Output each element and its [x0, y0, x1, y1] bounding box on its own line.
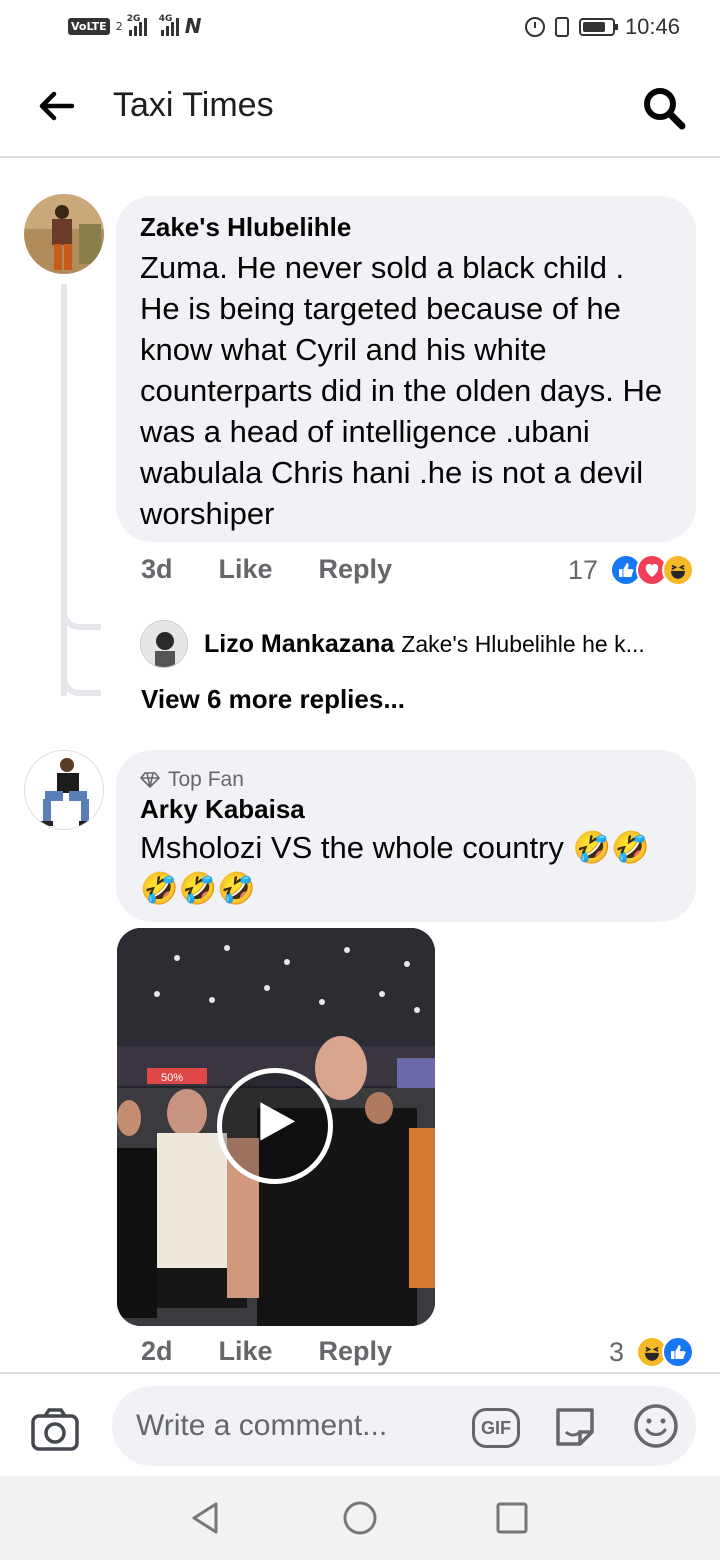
signal-4g-icon: 4G — [158, 14, 179, 36]
clock: 10:46 — [624, 14, 680, 39]
reply-preview[interactable]: Lizo Mankazana Zake's Hlubelihle he k... — [204, 630, 645, 659]
reaction-count: 17 — [567, 554, 598, 585]
video-sign-text: 50% — [161, 1072, 183, 1084]
network-4g-label: 4G — [158, 14, 173, 24]
reaction-count: 3 — [608, 1336, 624, 1367]
like-icon — [662, 1336, 694, 1368]
reply-text: Zake's Hlubelihle he k... — [401, 631, 645, 657]
video-attachment[interactable]: 50% — [117, 928, 435, 1326]
sim-indicator: 2 — [115, 19, 123, 33]
view-more-replies-link[interactable]: View 6 more replies... — [141, 684, 405, 715]
avatar[interactable] — [24, 194, 104, 274]
camera-icon[interactable] — [30, 1406, 80, 1452]
like-button[interactable]: Like — [219, 1336, 273, 1367]
comment-text: Zuma. He never sold a black child . He i… — [140, 250, 663, 531]
reply-thread-line — [61, 284, 67, 696]
status-bar: VoLTE 2 2G 4G N 10:46 — [0, 0, 720, 56]
comments-feed: Zake's Hlubelihle Zuma. He never sold a … — [0, 160, 720, 1372]
play-button[interactable] — [217, 1068, 333, 1184]
top-fan-label: Top Fan — [168, 768, 244, 791]
recents-nav-icon[interactable] — [492, 1498, 532, 1538]
reaction-summary[interactable]: 17 — [568, 554, 694, 586]
reply-author[interactable]: Lizo Mankazana — [204, 630, 394, 658]
comment-text: Msholozi VS the whole country 🤣🤣 — [140, 827, 672, 868]
reply-button[interactable]: Reply — [319, 554, 393, 585]
reply-connector — [61, 658, 101, 696]
diamond-icon — [140, 772, 160, 789]
emoji-icon[interactable] — [632, 1402, 680, 1450]
alarm-icon — [524, 17, 545, 37]
avatar[interactable] — [24, 750, 104, 830]
back-arrow-icon[interactable] — [36, 86, 76, 126]
nfc-icon: N — [184, 14, 202, 38]
comment-author[interactable]: Arky Kabaisa — [140, 794, 672, 825]
home-nav-icon[interactable] — [340, 1498, 380, 1538]
reply-avatar[interactable] — [140, 620, 188, 668]
laughing-emoji: 🤣🤣🤣 — [140, 871, 256, 906]
reply-connector — [61, 592, 101, 630]
comment-input[interactable] — [112, 1386, 696, 1466]
haha-icon — [662, 554, 694, 586]
page-title: Taxi Times — [113, 86, 274, 124]
comment-actions: 3d Like Reply — [141, 554, 438, 585]
comment-time: 2d — [141, 1336, 173, 1366]
signal-2g-icon: 2G — [126, 14, 147, 36]
comment-text-line: Msholozi VS the whole country — [140, 830, 564, 865]
gif-icon[interactable]: GIF — [472, 1408, 520, 1448]
search-icon[interactable] — [640, 84, 688, 132]
comment-composer: GIF — [0, 1372, 720, 1476]
network-2g-label: 2G — [126, 14, 141, 24]
play-icon — [260, 1102, 296, 1141]
laughing-emoji: 🤣🤣 — [572, 830, 650, 865]
volte-indicator: VoLTE — [68, 17, 110, 35]
system-nav-bar — [0, 1476, 720, 1560]
reaction-summary[interactable]: 3 — [609, 1336, 694, 1368]
vibrate-icon — [554, 17, 569, 37]
comment-bubble[interactable]: Zake's Hlubelihle Zuma. He never sold a … — [116, 196, 696, 542]
comment-author[interactable]: Zake's Hlubelihle — [140, 212, 672, 243]
comment-actions: 2d Like Reply — [141, 1336, 438, 1367]
reply-button[interactable]: Reply — [319, 1336, 393, 1367]
comment-time: 3d — [141, 554, 173, 584]
top-fan-badge: Top Fan — [140, 768, 672, 792]
battery-icon — [578, 18, 618, 36]
like-button[interactable]: Like — [219, 554, 273, 585]
app-header: Taxi Times — [0, 56, 720, 158]
comment-bubble[interactable]: Top Fan Arky Kabaisa Msholozi VS the who… — [116, 750, 696, 922]
sticker-icon[interactable] — [550, 1402, 600, 1452]
back-nav-icon[interactable] — [186, 1498, 226, 1538]
